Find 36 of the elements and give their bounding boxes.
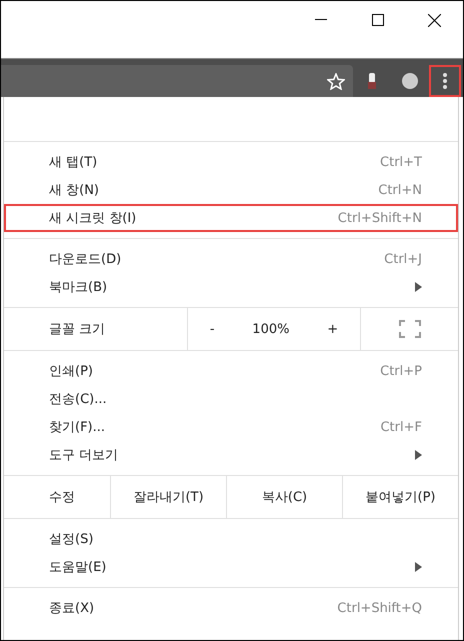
shortcut-label: Ctrl+F [380, 420, 422, 434]
submenu-arrow-icon [415, 562, 422, 572]
menu-item[interactable]: 찾기(F)... Ctrl+F [4, 413, 458, 441]
menu-item[interactable]: 도움말(E) [4, 553, 458, 581]
menu-item[interactable]: 새 시크릿 창(I) Ctrl+Shift+N [4, 204, 458, 232]
shortcut-label: Ctrl+P [380, 364, 422, 378]
menu-item[interactable]: 다운로드(D) Ctrl+J [4, 245, 458, 273]
menu-button[interactable] [429, 65, 461, 97]
zoom-out-button[interactable]: - [204, 322, 221, 336]
submenu-arrow-icon [415, 450, 422, 460]
menu-item[interactable]: 새 탭(T) Ctrl+T [4, 148, 458, 176]
close-icon [428, 14, 441, 26]
shortcut-label: Ctrl+T [380, 154, 422, 170]
more-icon [443, 73, 447, 89]
fullscreen-icon [398, 320, 420, 338]
menu-item[interactable]: 북마크(B) [4, 273, 458, 301]
star-icon[interactable] [327, 72, 345, 90]
extension-icon [368, 73, 376, 89]
menu-item[interactable]: 새 창(N) Ctrl+N [4, 176, 458, 204]
menu-item[interactable]: 설정(S) [4, 525, 458, 553]
menu-item[interactable]: 도구 더보기 [4, 441, 458, 469]
minimize-icon [314, 19, 326, 21]
zoom-value: 100% [252, 322, 290, 336]
menu-item[interactable]: 종료(X) Ctrl+Shift+Q [4, 594, 458, 622]
shortcut-label: Ctrl+Shift+Q [337, 600, 422, 616]
shortcut-label: Ctrl+Shift+N [338, 210, 422, 226]
submenu-arrow-icon [415, 282, 422, 292]
zoom-in-button[interactable]: + [321, 322, 344, 336]
zoom-label: 글꼴 크기 [48, 321, 106, 339]
shortcut-label: Ctrl+N [378, 182, 422, 198]
menu-item[interactable]: 인쇄(P) Ctrl+P [4, 357, 458, 385]
profile-icon [402, 73, 418, 89]
maximize-icon [372, 14, 384, 26]
shortcut-label: Ctrl+J [384, 252, 422, 266]
menu-item[interactable]: 전송(C)... [4, 385, 458, 413]
edit-label: 수정 [48, 489, 76, 507]
